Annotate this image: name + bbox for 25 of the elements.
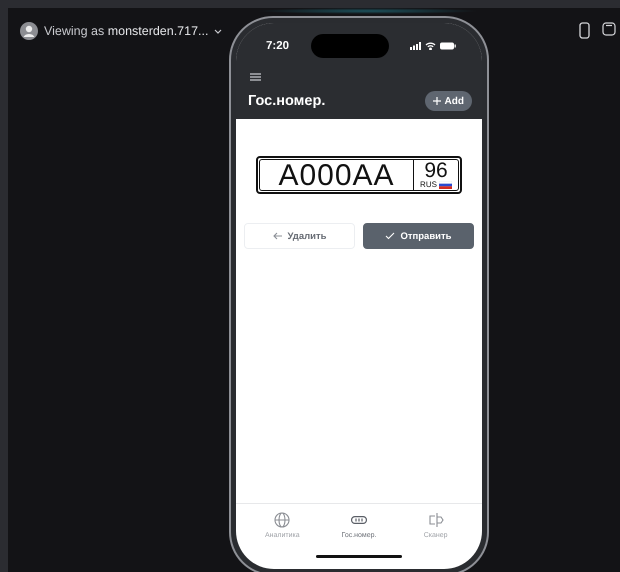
check-icon [385,232,396,240]
plate-region: 96 [424,161,448,180]
wifi-icon [425,42,436,50]
menu-icon[interactable] [250,73,261,81]
page-title: Гос.номер. [248,93,326,109]
plate-number: А000АА [259,159,413,191]
status-time: 7:20 [266,40,290,52]
back-arrow-icon [272,232,282,240]
viewer-label: Viewing as monsterden.717... [44,24,208,38]
delete-button[interactable]: Удалить [244,223,355,249]
account-switcher[interactable]: Viewing as monsterden.717... [20,22,222,40]
phone-view-icon[interactable] [579,22,590,39]
tablet-view-icon[interactable] [602,22,616,36]
globe-icon [274,512,290,528]
avatar-icon [20,22,38,40]
scanner-icon [428,512,444,528]
chevron-down-icon [214,28,222,34]
license-plate-icon [350,516,367,524]
signal-icon [410,42,421,50]
battery-icon [440,42,456,50]
plus-icon [432,97,441,105]
plate-country: RUS [420,180,437,189]
add-button[interactable]: Add [424,91,472,111]
flag-icon [438,180,452,188]
send-button[interactable]: Отправить [363,223,474,249]
